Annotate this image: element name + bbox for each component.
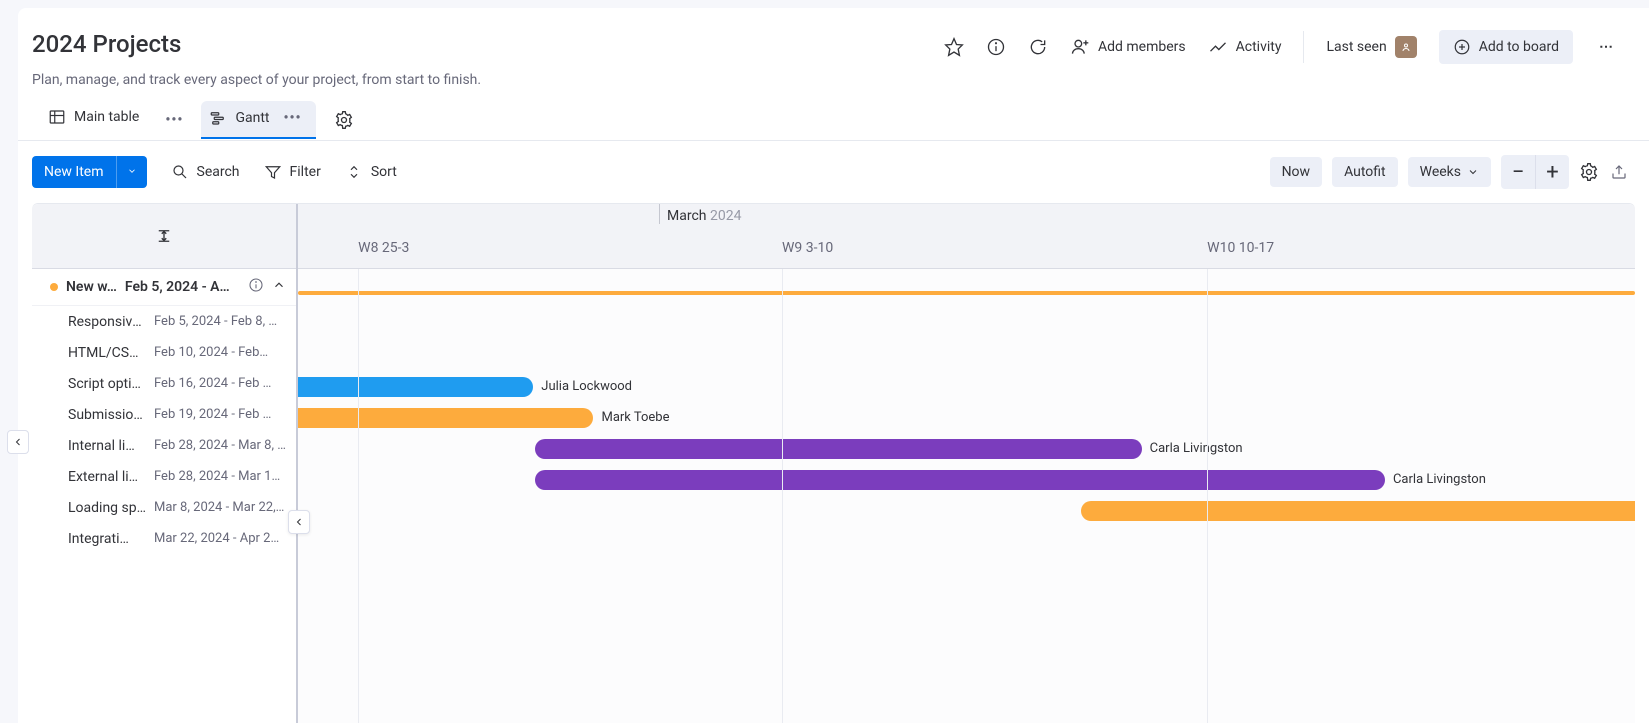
- sort-label: Sort: [371, 164, 397, 180]
- filter-button[interactable]: Filter: [264, 163, 321, 181]
- tab-main-table-label: Main table: [74, 109, 139, 125]
- last-seen[interactable]: Last seen: [1326, 36, 1416, 58]
- grid-line: [358, 269, 359, 723]
- add-to-board-button[interactable]: Add to board: [1439, 30, 1573, 64]
- task-name: Submission …: [68, 407, 146, 423]
- tab-main-table-menu[interactable]: •••: [159, 112, 189, 128]
- gantt-bar[interactable]: Carla Livingston: [535, 439, 1142, 459]
- task-range: Feb 5, 2024 - Feb 8, …: [154, 314, 286, 329]
- task-range: Feb 10, 2024 - Feb…: [154, 345, 286, 360]
- task-name: External li…: [68, 469, 146, 485]
- gantt-bar-label: Carla Livingston: [1150, 439, 1243, 459]
- add-to-board-label: Add to board: [1479, 39, 1559, 55]
- tab-main-table[interactable]: Main table: [40, 100, 147, 140]
- activity-button[interactable]: Activity: [1208, 37, 1282, 57]
- tab-gantt-menu[interactable]: •••: [277, 110, 307, 126]
- task-name: Integrati…: [68, 531, 146, 547]
- task-row[interactable]: Script optimi… Feb 16, 2024 - Feb …: [32, 368, 296, 399]
- task-range: Feb 16, 2024 - Feb …: [154, 376, 286, 391]
- task-row[interactable]: HTML/CSS va… Feb 10, 2024 - Feb…: [32, 337, 296, 368]
- last-seen-label: Last seen: [1326, 39, 1386, 55]
- now-button[interactable]: Now: [1270, 157, 1323, 187]
- gantt-bar-label: Mark Toebe: [601, 408, 669, 428]
- gantt-bar[interactable]: Mark Toebe: [298, 408, 593, 428]
- gantt-settings-icon[interactable]: [1579, 162, 1599, 182]
- avatar: [1395, 36, 1417, 58]
- task-name: Internal li…: [68, 438, 146, 454]
- gantt-bar[interactable]: [1081, 501, 1635, 521]
- export-icon[interactable]: [1609, 162, 1629, 182]
- task-row[interactable]: Submission … Feb 19, 2024 - Feb …: [32, 399, 296, 430]
- task-row[interactable]: Internal li… Feb 28, 2024 - Mar 8, …: [32, 430, 296, 461]
- month-divider: [659, 204, 660, 224]
- task-row[interactable]: External li… Feb 28, 2024 - Mar 12,…: [32, 461, 296, 492]
- group-header[interactable]: New w… Feb 5, 2024 - A…: [32, 269, 296, 306]
- refresh-icon[interactable]: [1028, 37, 1048, 57]
- group-collapse-icon[interactable]: [272, 278, 286, 296]
- tab-gantt[interactable]: Gantt •••: [201, 101, 315, 139]
- gantt-bar-label: Carla Livingston: [1393, 470, 1486, 490]
- week-label: W9 3-10: [782, 240, 833, 256]
- filter-label: Filter: [290, 164, 321, 180]
- search-button[interactable]: Search: [171, 163, 240, 181]
- baseline-icon[interactable]: [32, 204, 296, 269]
- task-row[interactable]: Integrati… Mar 22, 2024 - Apr 25, …: [32, 523, 296, 554]
- zoom-in-button[interactable]: +: [1535, 155, 1569, 189]
- page-subtitle: Plan, manage, and track every aspect of …: [18, 72, 1649, 88]
- gantt-bar[interactable]: Julia Lockwood: [298, 377, 533, 397]
- week-label: W10 10-17: [1207, 240, 1274, 256]
- group-color-dot: [50, 283, 58, 291]
- group-info-icon[interactable]: [248, 277, 264, 297]
- week-label: W8 25-3: [358, 240, 409, 256]
- search-label: Search: [197, 164, 240, 180]
- grid-line: [782, 269, 783, 723]
- side-panel-collapse[interactable]: [288, 510, 310, 534]
- info-icon[interactable]: [986, 37, 1006, 57]
- task-name: Loading sp…: [68, 500, 146, 516]
- task-range: Mar 22, 2024 - Apr 25, …: [154, 531, 286, 546]
- task-range: Feb 28, 2024 - Mar 12,…: [154, 469, 286, 484]
- new-item-label: New Item: [32, 156, 116, 188]
- task-row[interactable]: Loading sp… Mar 8, 2024 - Mar 22,…: [32, 492, 296, 523]
- gantt-bar-label: Julia Lockwood: [541, 377, 632, 397]
- more-options-icon[interactable]: ⋯: [1595, 39, 1619, 55]
- page-title[interactable]: 2024 Projects: [32, 30, 181, 58]
- activity-label: Activity: [1236, 39, 1282, 55]
- favorite-star-icon[interactable]: [944, 37, 964, 57]
- group-range: Feb 5, 2024 - A…: [125, 279, 240, 295]
- task-name: HTML/CSS va…: [68, 345, 146, 361]
- task-name: Responsive…: [68, 314, 146, 330]
- month-label: March 2024: [667, 208, 741, 224]
- task-row[interactable]: Responsive… Feb 5, 2024 - Feb 8, …: [32, 306, 296, 337]
- sort-button[interactable]: Sort: [345, 163, 397, 181]
- task-range: Feb 19, 2024 - Feb …: [154, 407, 286, 422]
- new-item-dropdown-icon[interactable]: [116, 156, 147, 188]
- autofit-button[interactable]: Autofit: [1332, 157, 1398, 187]
- add-members-label: Add members: [1098, 39, 1186, 55]
- tab-gantt-label: Gantt: [235, 110, 269, 126]
- grid-line: [1207, 269, 1208, 723]
- left-panel-collapse[interactable]: [7, 430, 29, 454]
- view-settings-icon[interactable]: [334, 110, 354, 130]
- divider: [1303, 31, 1304, 63]
- zoom-out-button[interactable]: −: [1501, 155, 1535, 189]
- group-name: New w…: [66, 279, 117, 295]
- gantt-bar[interactable]: Carla Livingston: [535, 470, 1385, 490]
- task-range: Feb 28, 2024 - Mar 8, …: [154, 438, 286, 453]
- add-members-button[interactable]: Add members: [1070, 37, 1186, 57]
- timescale-select[interactable]: Weeks: [1408, 157, 1491, 187]
- new-item-button[interactable]: New Item: [32, 156, 147, 188]
- task-name: Script optimi…: [68, 376, 146, 392]
- group-summary-bar[interactable]: [298, 291, 1635, 295]
- task-range: Mar 8, 2024 - Mar 22,…: [154, 500, 286, 515]
